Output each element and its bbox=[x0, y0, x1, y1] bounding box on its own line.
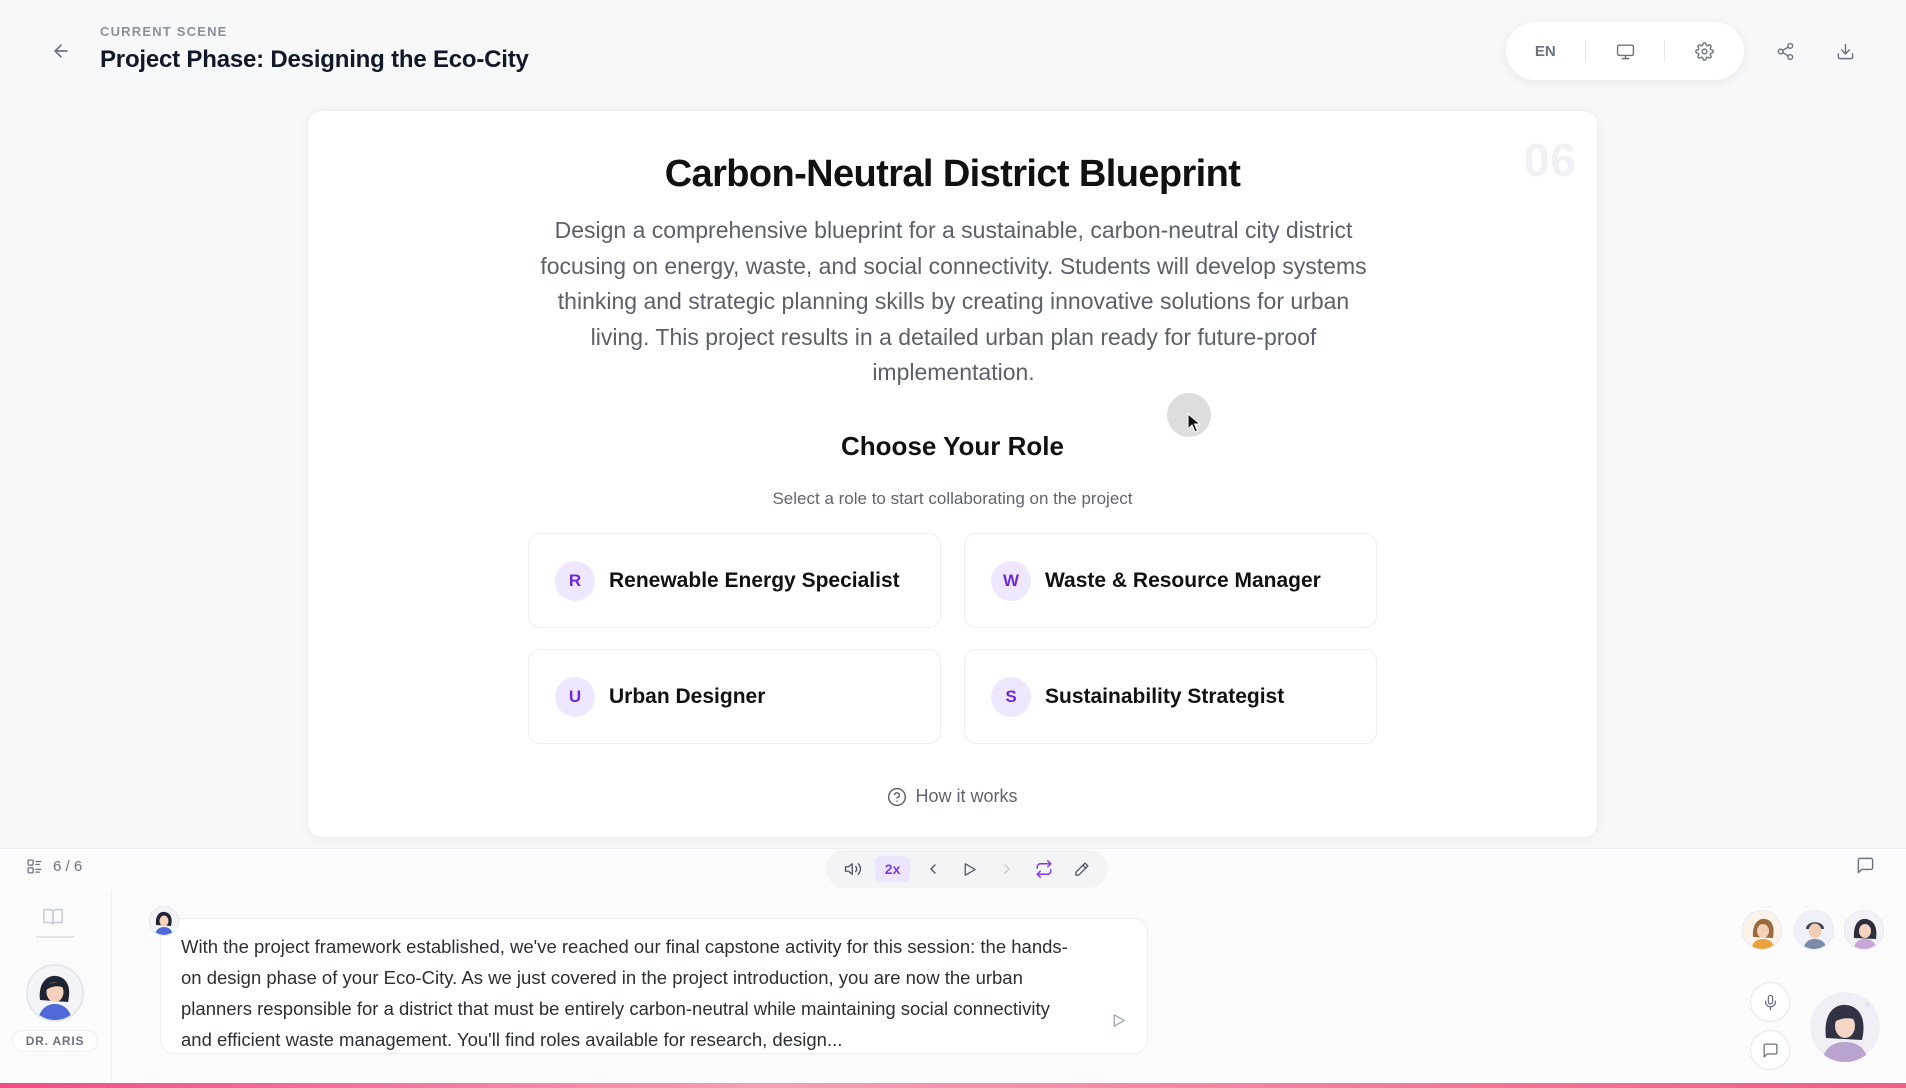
mouse-cursor-icon bbox=[1187, 413, 1201, 433]
role-card-renewable-energy[interactable]: R Renewable Energy Specialist bbox=[528, 533, 941, 628]
scene-position: 6 / 6 bbox=[53, 858, 83, 875]
pen-icon bbox=[1075, 861, 1089, 876]
transcript-text: With the project framework established, … bbox=[181, 936, 1068, 1050]
presentation-mode-button[interactable] bbox=[1586, 22, 1665, 80]
scene-list-button[interactable]: 6 / 6 bbox=[26, 858, 82, 875]
monitor-icon bbox=[1616, 43, 1634, 59]
role-subheading: Select a role to start collaborating on … bbox=[772, 489, 1133, 508]
agent-avatar[interactable] bbox=[1742, 910, 1782, 950]
bottom-accent-bar bbox=[0, 1083, 1906, 1088]
agent-avatar[interactable] bbox=[1794, 910, 1834, 950]
download-button[interactable] bbox=[1828, 34, 1862, 68]
gear-icon bbox=[1695, 41, 1715, 61]
agent-avatar[interactable] bbox=[1844, 910, 1884, 950]
top-toolbar: EN bbox=[1506, 22, 1744, 80]
student-portrait-icon bbox=[1810, 992, 1880, 1062]
list-icon bbox=[27, 859, 42, 874]
play-icon bbox=[964, 862, 977, 876]
playback-speed-button[interactable]: 2x bbox=[874, 856, 911, 882]
transcript-bubble: With the project framework established, … bbox=[160, 918, 1148, 1054]
slide-card: 06 Carbon-Neutral District Blueprint Des… bbox=[307, 110, 1598, 838]
book-icon bbox=[43, 908, 63, 926]
settings-button[interactable] bbox=[1665, 22, 1744, 80]
help-circle-icon bbox=[888, 787, 907, 806]
share-button[interactable] bbox=[1768, 34, 1802, 68]
volume-button[interactable] bbox=[838, 854, 868, 884]
share-icon bbox=[1777, 42, 1793, 60]
role-label: Waste & Resource Manager bbox=[1045, 568, 1321, 592]
divider bbox=[36, 936, 74, 938]
role-card-waste-manager[interactable]: W Waste & Resource Manager bbox=[964, 533, 1377, 628]
microphone-button[interactable] bbox=[1750, 982, 1790, 1022]
role-heading: Choose Your Role bbox=[841, 431, 1064, 461]
send-icon bbox=[1113, 1014, 1125, 1027]
playback-controls: 2x bbox=[826, 850, 1108, 888]
chat-panel-button[interactable] bbox=[1856, 856, 1875, 875]
role-label: Renewable Energy Specialist bbox=[609, 568, 900, 592]
previous-scene-button[interactable] bbox=[918, 854, 948, 884]
agent-portrait-icon bbox=[1795, 911, 1833, 949]
agent-portrait-icon bbox=[1845, 911, 1883, 949]
back-arrow-icon bbox=[54, 44, 68, 58]
role-initial-badge: U bbox=[555, 676, 595, 717]
transcript-play-button[interactable] bbox=[1110, 1012, 1127, 1029]
repeat-icon bbox=[1036, 860, 1052, 878]
role-label: Urban Designer bbox=[609, 684, 766, 708]
back-button[interactable] bbox=[44, 34, 78, 68]
how-it-works-label: How it works bbox=[915, 786, 1018, 806]
slide-description: Design a comprehensive blueprint for a s… bbox=[540, 217, 1367, 385]
how-it-works-link[interactable]: How it works bbox=[308, 786, 1597, 807]
volume-icon bbox=[844, 863, 861, 875]
chat-icon bbox=[1857, 857, 1874, 874]
teacher-name: DR. ARIS bbox=[12, 1030, 98, 1052]
teacher-avatar[interactable] bbox=[26, 964, 84, 1022]
repeat-button[interactable] bbox=[1029, 854, 1059, 884]
student-avatar[interactable] bbox=[1810, 992, 1880, 1062]
page-title: Project Phase: Designing the Eco-City bbox=[100, 46, 529, 73]
teacher-portrait-icon bbox=[28, 966, 82, 1020]
speaker-avatar bbox=[149, 906, 179, 936]
chat-input-button[interactable] bbox=[1750, 1030, 1790, 1070]
agent-portrait-icon bbox=[1743, 911, 1781, 949]
notes-button[interactable] bbox=[40, 906, 66, 928]
role-label: Sustainability Strategist bbox=[1045, 684, 1285, 708]
speaker-portrait-icon bbox=[150, 907, 178, 935]
download-icon bbox=[1837, 43, 1853, 59]
mic-icon bbox=[1764, 994, 1776, 1010]
role-card-sustainability-strategist[interactable]: S Sustainability Strategist bbox=[964, 649, 1377, 744]
next-scene-button[interactable] bbox=[992, 854, 1022, 884]
annotate-button[interactable] bbox=[1066, 854, 1096, 884]
slide-title: Carbon-Neutral District Blueprint bbox=[664, 153, 1241, 195]
language-button[interactable]: EN bbox=[1506, 22, 1585, 80]
chevron-left-icon bbox=[929, 864, 936, 874]
role-initial-badge: W bbox=[991, 560, 1031, 601]
scene-kicker: CURRENT SCENE bbox=[100, 24, 228, 39]
chevron-right-icon bbox=[1004, 864, 1010, 874]
role-card-urban-designer[interactable]: U Urban Designer bbox=[528, 649, 941, 744]
role-initial-badge: R bbox=[555, 560, 595, 601]
play-button[interactable] bbox=[955, 854, 985, 884]
role-initial-badge: S bbox=[991, 676, 1031, 717]
chat-icon bbox=[1762, 1042, 1778, 1058]
